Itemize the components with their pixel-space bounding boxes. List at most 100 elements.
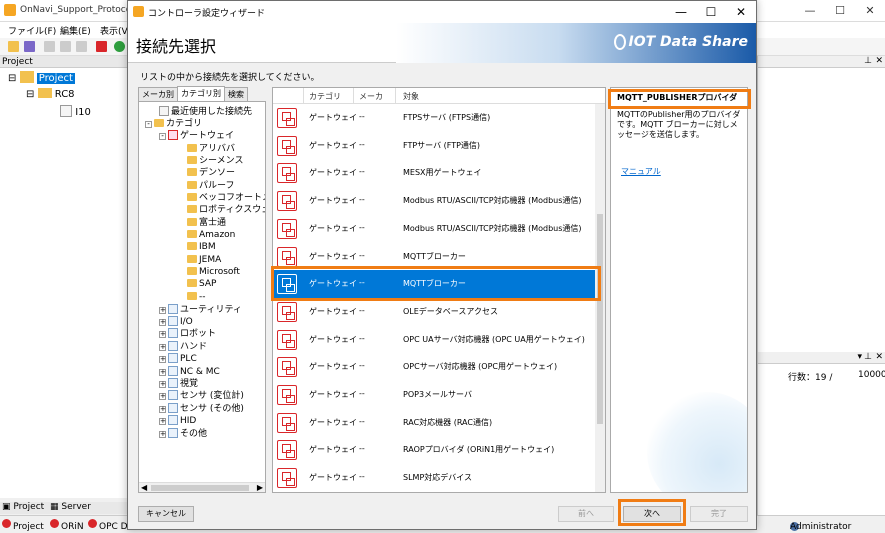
expand-icon[interactable]: +	[159, 344, 166, 351]
finish-button[interactable]: 完了	[690, 506, 748, 522]
collapse-icon[interactable]: -	[159, 133, 166, 140]
tree-item-maker[interactable]: --	[187, 291, 206, 303]
tree-node-i10[interactable]: I10	[60, 105, 91, 118]
tree-nc-mc[interactable]: + NC & MC	[159, 366, 220, 378]
pin-icon[interactable]: ⊥	[864, 56, 872, 66]
list-row[interactable]: ゲートウェイ -- OPC UAサーバ対応機器 (OPC UA用ゲートウェイ)	[273, 326, 596, 354]
list-row[interactable]: ゲートウェイ -- MESX用ゲートウェイ	[273, 159, 596, 187]
tree-robot[interactable]: + ロボット	[159, 328, 216, 340]
open-folder-icon[interactable]	[8, 41, 19, 52]
back-button[interactable]: 前へ	[558, 506, 614, 522]
status-orin[interactable]: ORiN	[50, 519, 84, 532]
list-row[interactable]: ゲートウェイ -- OPCサーバ対応機器 (OPC用ゲートウェイ)	[273, 353, 596, 381]
list-row[interactable]: ゲートウェイ -- FTPサーバ (FTP通信)	[273, 132, 596, 160]
menu-view[interactable]: 表示(V	[100, 24, 128, 37]
tree-gateway[interactable]: - ゲートウェイ	[159, 130, 234, 142]
list-row[interactable]: ゲートウェイ -- RAC対応機器 (RAC通信)	[273, 409, 596, 437]
expand-icon[interactable]: +	[159, 319, 166, 326]
tree-io[interactable]: + I/O	[159, 316, 193, 328]
maximize-icon[interactable]: ☐	[825, 0, 855, 22]
expand-icon[interactable]: +	[159, 406, 166, 413]
tree-item-maker[interactable]: JEMA	[187, 254, 221, 266]
list-row[interactable]: ゲートウェイ -- RAOPプロバイダ (ORiN1用ゲートウェイ)	[273, 436, 596, 464]
close-icon[interactable]: ✕	[726, 1, 756, 23]
maximize-icon[interactable]: ☐	[696, 1, 726, 23]
list-row[interactable]: ゲートウェイ -- SLMP対応デバイス	[273, 464, 596, 492]
tree-hand[interactable]: + ハンド	[159, 341, 207, 353]
list-row[interactable]: ゲートウェイ -- POP3メールサーバ	[273, 381, 596, 409]
list-row[interactable]: ゲートウェイ -- FTPSサーバ (FTPS通信)	[273, 104, 596, 132]
tree-item-maker[interactable]: Microsoft	[187, 266, 240, 278]
add-icon[interactable]	[96, 41, 107, 52]
row-target: FTPSサーバ (FTPS通信)	[403, 113, 491, 122]
pin-icon[interactable]: ⊥	[864, 352, 872, 362]
status-project[interactable]: Project	[2, 519, 44, 532]
cancel-button[interactable]: キャンセル	[138, 506, 194, 522]
expand-icon[interactable]: +	[159, 381, 166, 388]
minimize-icon[interactable]: —	[666, 1, 696, 23]
scroll-left-icon[interactable]: ◀	[141, 483, 147, 492]
delete-icon[interactable]	[76, 41, 87, 52]
tree-item-maker[interactable]: 富士通	[187, 217, 226, 229]
tree-node-project[interactable]: ⊟ Project	[8, 71, 75, 84]
tree-item-maker[interactable]: デンソー	[187, 167, 235, 179]
tree-plc[interactable]: + PLC	[159, 353, 197, 365]
expand-icon[interactable]: +	[159, 307, 166, 314]
scroll-thumb[interactable]	[151, 485, 249, 491]
tree-item-maker[interactable]: アリババ	[187, 143, 235, 155]
run-icon[interactable]	[114, 41, 125, 52]
paste-icon[interactable]	[60, 41, 71, 52]
expand-icon[interactable]: +	[159, 356, 166, 363]
tree-item-maker[interactable]: Amazon	[187, 229, 235, 241]
manual-link[interactable]: マニュアル	[621, 166, 661, 177]
tree-other[interactable]: + その他	[159, 428, 207, 440]
expand-icon[interactable]: +	[159, 331, 166, 338]
tab-search[interactable]: 検索	[224, 87, 248, 101]
tree-sensor-other[interactable]: + センサ (その他)	[159, 403, 244, 415]
tree-item-maker[interactable]: SAP	[187, 278, 216, 290]
horizontal-scrollbar[interactable]: ◀ ▶	[139, 482, 265, 492]
minimize-icon[interactable]: —	[795, 0, 825, 22]
list-row[interactable]: ゲートウェイ -- OLEデータベースアクセス	[273, 298, 596, 326]
tree-recent[interactable]: 最近使用した接続先	[159, 106, 252, 118]
tab-by-category[interactable]: カテゴリ別	[177, 86, 225, 101]
tab-by-maker[interactable]: メーカ別	[138, 87, 178, 101]
list-row[interactable]: ゲートウェイ -- Modbus RTU/ASCII/TCP対応機器 (Modbus…	[273, 187, 596, 215]
collapse-icon[interactable]: -	[145, 121, 152, 128]
tree-vision[interactable]: + 視覚	[159, 378, 198, 390]
tree-category[interactable]: - カテゴリ	[145, 118, 202, 130]
save-icon[interactable]	[24, 41, 35, 52]
header-target[interactable]: 対象	[403, 91, 419, 102]
close-icon[interactable]: ✕	[875, 352, 883, 362]
copy-icon[interactable]	[44, 41, 55, 52]
dropdown-icon[interactable]: ▾	[857, 352, 862, 362]
expand-icon[interactable]: +	[159, 393, 166, 400]
expand-icon[interactable]: +	[159, 431, 166, 438]
menu-file[interactable]: ファイル(F)	[8, 24, 56, 37]
close-icon[interactable]: ✕	[855, 0, 885, 22]
tree-node-rc8[interactable]: ⊟ RC8	[26, 88, 75, 100]
next-button[interactable]: 次へ	[623, 506, 681, 522]
close-icon[interactable]: ✕	[875, 56, 883, 66]
menu-edit[interactable]: 編集(E)	[60, 24, 91, 37]
tree-utility[interactable]: + ユーティリティ	[159, 304, 242, 316]
tree-item-maker[interactable]: IBM	[187, 241, 216, 253]
list-row[interactable]: ゲートウェイ -- Modbus RTU/ASCII/TCP対応機器 (Modbus…	[273, 215, 596, 243]
scroll-right-icon[interactable]: ▶	[257, 483, 263, 492]
header-category[interactable]: カテゴリ	[309, 91, 341, 102]
expand-icon[interactable]: +	[159, 369, 166, 376]
tree-item-maker[interactable]: ロボティクスウェア	[187, 204, 265, 216]
tree-sensor-displacement[interactable]: + センサ (変位計)	[159, 390, 244, 402]
scroll-thumb[interactable]	[597, 214, 603, 424]
tree-item-maker[interactable]: シーメンス	[187, 155, 243, 167]
status-opcda[interactable]: OPC DA	[88, 519, 134, 532]
row-maker: --	[359, 444, 365, 454]
tree-item-maker[interactable]: パルーフ	[187, 180, 234, 192]
expand-icon[interactable]: +	[159, 418, 166, 425]
tab-server[interactable]: ▦ Server	[50, 502, 91, 512]
tree-hid[interactable]: + HID	[159, 415, 196, 427]
row-maker: --	[359, 222, 365, 232]
tab-project[interactable]: ▣ Project	[2, 502, 44, 512]
header-maker[interactable]: メーカ	[359, 91, 383, 102]
tree-item-maker[interactable]: ベッコフオートメーショ	[187, 192, 265, 204]
